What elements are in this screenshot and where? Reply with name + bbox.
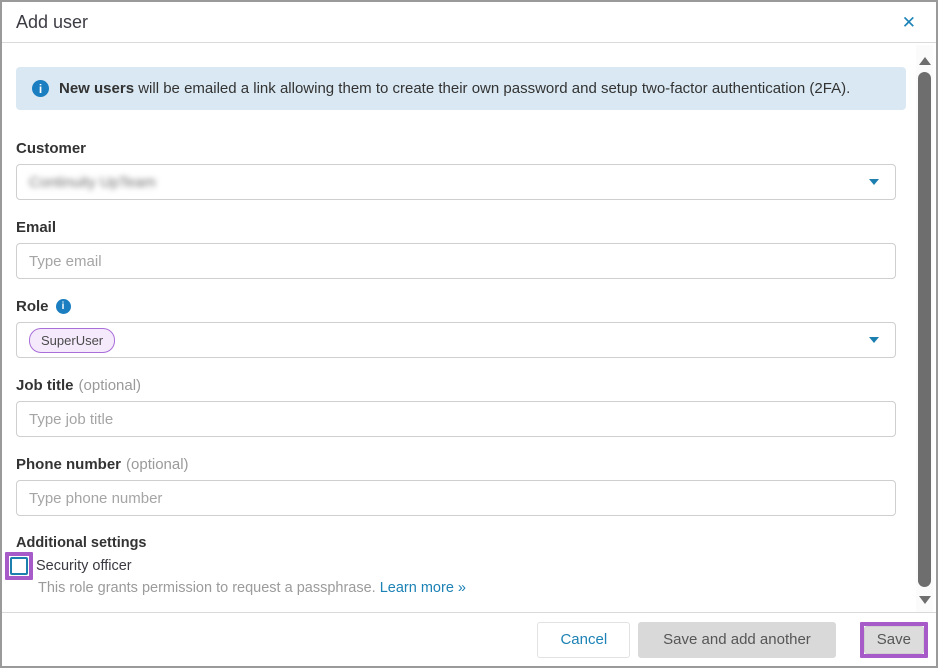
- role-label: Role i: [16, 298, 896, 315]
- phone-label-text: Phone number: [16, 456, 121, 473]
- save-button[interactable]: Save: [864, 626, 924, 654]
- job-title-field-group: Job title (optional): [16, 377, 896, 437]
- customer-select[interactable]: Continuity UpTeam: [16, 164, 896, 200]
- security-officer-description: This role grants permission to request a…: [38, 580, 912, 596]
- job-title-label: Job title (optional): [16, 377, 896, 394]
- scroll-down-icon[interactable]: [919, 596, 931, 604]
- additional-settings-section: Additional settings Security officer Thi…: [16, 535, 912, 596]
- cancel-button[interactable]: Cancel: [537, 622, 630, 658]
- job-title-label-text: Job title: [16, 377, 74, 394]
- role-select[interactable]: SuperUser: [16, 322, 896, 358]
- scrollbar-thumb[interactable]: [918, 72, 931, 587]
- security-officer-label[interactable]: Security officer: [36, 558, 132, 574]
- customer-value-redacted: Continuity UpTeam: [29, 174, 156, 191]
- customer-label-text: Customer: [16, 140, 86, 157]
- email-label-text: Email: [16, 219, 56, 236]
- email-label: Email: [16, 219, 896, 236]
- customer-field-group: Customer Continuity UpTeam: [16, 140, 896, 200]
- dialog-header: Add user ✕: [2, 2, 936, 43]
- phone-input[interactable]: [16, 480, 896, 516]
- dialog-footer: Cancel Save and add another Save: [2, 612, 936, 666]
- dialog-body: i New users will be emailed a link allow…: [2, 44, 912, 610]
- scroll-up-icon[interactable]: [919, 57, 931, 65]
- info-banner-rest: will be emailed a link allowing them to …: [134, 80, 850, 97]
- checkbox-annotation-highlight: [5, 552, 33, 580]
- learn-more-link[interactable]: Learn more »: [380, 580, 466, 596]
- vertical-scrollbar[interactable]: [916, 45, 933, 613]
- chevron-down-icon: [869, 337, 879, 343]
- email-field-group: Email: [16, 219, 896, 279]
- role-info-icon[interactable]: i: [56, 299, 71, 314]
- job-title-optional-text: (optional): [79, 377, 142, 394]
- info-icon: i: [32, 80, 49, 97]
- security-officer-description-text: This role grants permission to request a…: [38, 580, 380, 596]
- chevron-down-icon: [869, 179, 879, 185]
- security-officer-checkbox[interactable]: [10, 557, 28, 575]
- info-banner: i New users will be emailed a link allow…: [16, 67, 906, 110]
- role-label-text: Role: [16, 298, 49, 315]
- phone-field-group: Phone number (optional): [16, 456, 896, 516]
- add-user-dialog: Add user ✕ i New users will be emailed a…: [0, 0, 938, 668]
- role-field-group: Role i SuperUser: [16, 298, 896, 358]
- role-selected-pill: SuperUser: [29, 328, 115, 353]
- info-banner-bold: New users: [59, 80, 134, 97]
- dialog-title: Add user: [16, 12, 88, 33]
- email-input[interactable]: [16, 243, 896, 279]
- security-officer-row: Security officer: [5, 552, 912, 580]
- close-icon[interactable]: ✕: [898, 12, 920, 33]
- phone-label: Phone number (optional): [16, 456, 896, 473]
- info-banner-text: New users will be emailed a link allowin…: [59, 80, 850, 97]
- customer-label: Customer: [16, 140, 896, 157]
- save-annotation-highlight: Save: [860, 622, 928, 658]
- phone-optional-text: (optional): [126, 456, 189, 473]
- job-title-input[interactable]: [16, 401, 896, 437]
- save-and-add-another-button[interactable]: Save and add another: [638, 622, 836, 658]
- additional-settings-heading: Additional settings: [16, 535, 912, 551]
